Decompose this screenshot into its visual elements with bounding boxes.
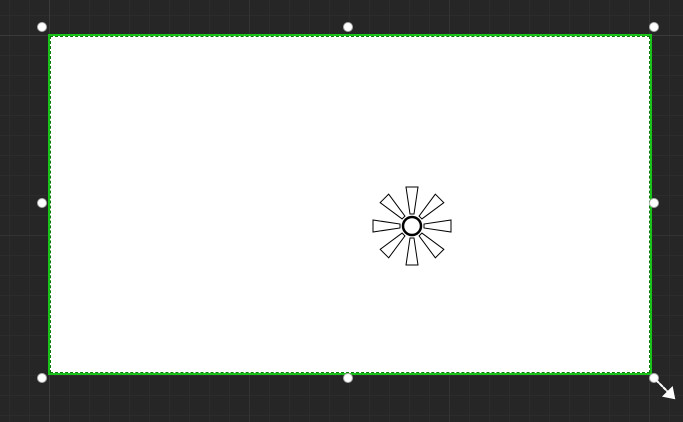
resize-diagonal-cursor-icon — [652, 376, 676, 400]
resize-handle-top-right[interactable] — [650, 23, 658, 31]
resize-handle-middle-right[interactable] — [650, 199, 658, 207]
resize-handle-bottom-center[interactable] — [344, 374, 352, 382]
resize-handle-middle-left[interactable] — [38, 199, 46, 207]
resize-handle-bottom-left[interactable] — [38, 374, 46, 382]
selected-frame[interactable] — [48, 34, 652, 375]
loading-spinner-icon — [372, 186, 452, 266]
resize-handle-top-left[interactable] — [38, 23, 46, 31]
resize-handle-top-center[interactable] — [344, 23, 352, 31]
